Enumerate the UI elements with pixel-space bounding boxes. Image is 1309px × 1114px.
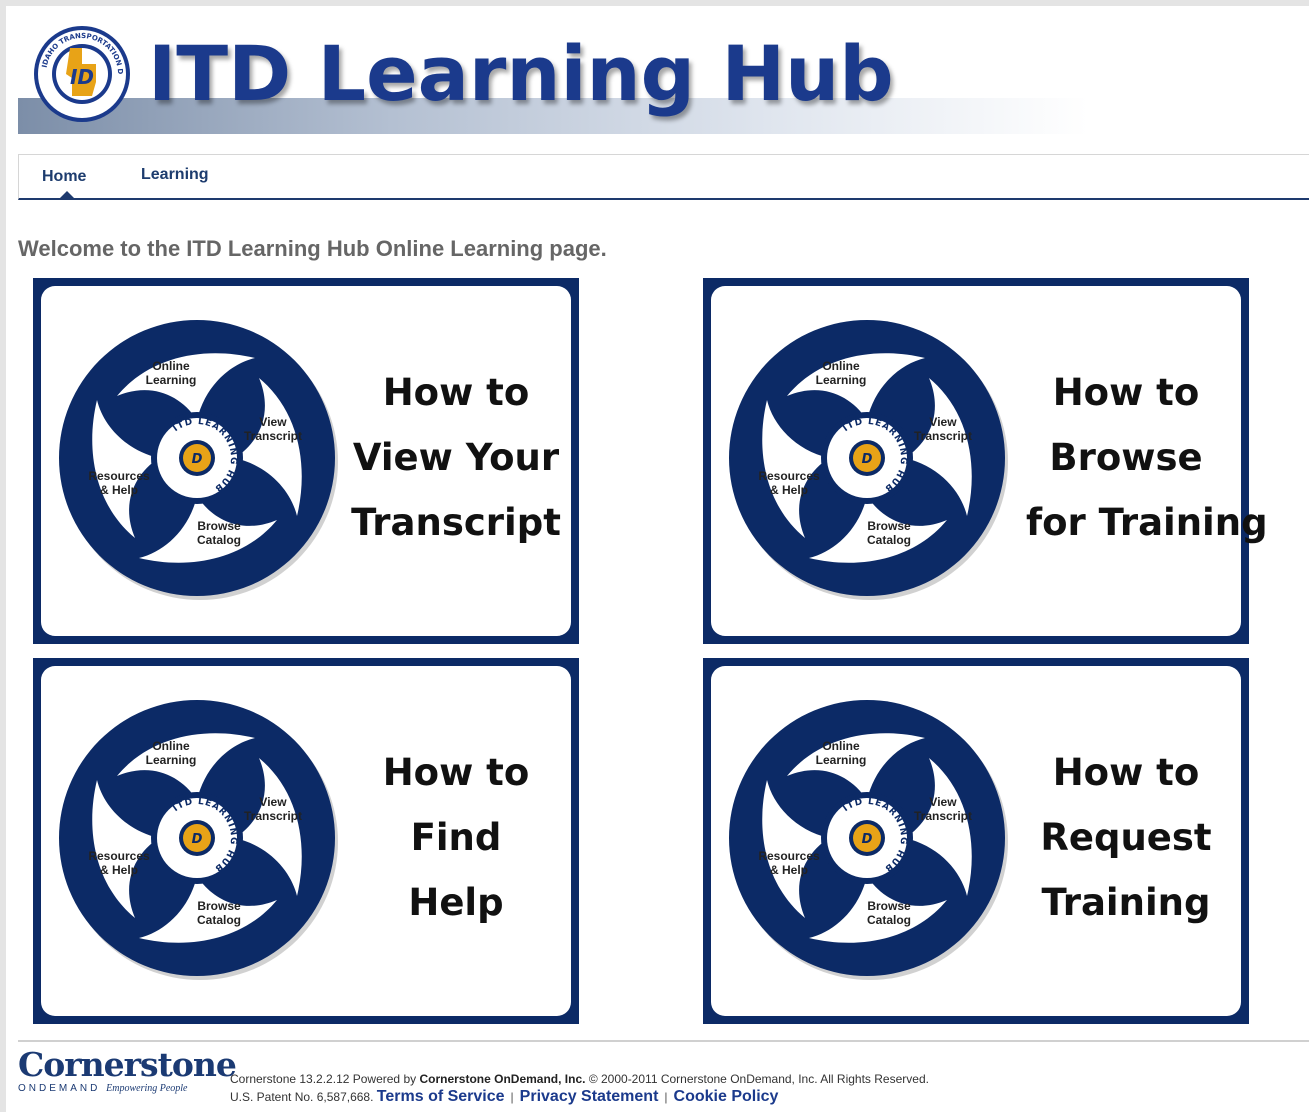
svg-text:Resources: Resources	[758, 469, 820, 483]
footer-copyright: Cornerstone 13.2.2.12 Powered by Corners…	[230, 1072, 929, 1105]
tile-card: D ITD LEARNING HUB Online Learning View Trans…	[711, 666, 1241, 1016]
tile-request-training[interactable]: D ITD LEARNING HUB Online Learning View Trans…	[703, 658, 1249, 1024]
svg-text:Catalog: Catalog	[867, 913, 911, 927]
svg-text:View: View	[929, 795, 957, 809]
svg-text:Browse: Browse	[867, 519, 911, 533]
privacy-statement-link[interactable]: Privacy Statement	[520, 1088, 659, 1105]
svg-text:& Help: & Help	[100, 483, 138, 497]
svg-text:ID: ID	[70, 65, 94, 89]
svg-text:Resources: Resources	[88, 469, 150, 483]
learning-hub-wheel-icon: DITD LEARNING HUBOnlineLearningViewTrans…	[59, 320, 338, 600]
svg-text:Browse: Browse	[867, 899, 911, 913]
svg-text:D: D	[862, 832, 873, 847]
svg-text:Online: Online	[822, 739, 860, 753]
svg-text:Transcript: Transcript	[914, 809, 972, 823]
svg-text:Browse: Browse	[197, 519, 241, 533]
patent-text: U.S. Patent No. 6,587,668.	[230, 1090, 374, 1104]
tile-card: D ITD LEARNING HUB Online Learning View Trans…	[41, 286, 571, 636]
tile-label: How to Find Help	[382, 751, 530, 924]
tile-card: D ITD LEARNING HUB Online Learning View Trans…	[41, 666, 571, 1016]
learning-hub-wheel-icon: DITD LEARNING HUBOnlineLearningViewTrans…	[729, 320, 1008, 600]
learning-hub-wheel-icon: DITD LEARNING HUBOnlineLearningViewTrans…	[59, 700, 338, 980]
tab-home[interactable]: Home	[42, 168, 86, 186]
svg-text:Learning: Learning	[816, 373, 867, 387]
svg-text:D: D	[192, 452, 203, 467]
tile-label: How to Request Training	[1040, 751, 1212, 924]
site-title: ITD Learning Hub	[148, 29, 894, 118]
cornerstone-logo[interactable]: Cornerstone ONDEMAND Empowering People	[18, 1048, 237, 1095]
tile-view-transcript[interactable]: D ITD LEARNING HUB Online Learning View Trans…	[33, 278, 579, 644]
svg-text:Browse: Browse	[197, 899, 241, 913]
cookie-policy-link[interactable]: Cookie Policy	[674, 1088, 779, 1105]
svg-text:Learning: Learning	[146, 753, 197, 767]
active-tab-indicator	[59, 191, 75, 199]
svg-text:View: View	[259, 795, 287, 809]
svg-text:Catalog: Catalog	[867, 533, 911, 547]
tile-card: D ITD LEARNING HUB Online Learning View Trans…	[711, 286, 1268, 636]
page-footer: Cornerstone ONDEMAND Empowering People C…	[18, 1040, 1309, 1114]
svg-text:View: View	[929, 415, 957, 429]
tab-learning[interactable]: Learning	[141, 166, 209, 184]
svg-text:Online: Online	[152, 739, 190, 753]
tile-browse-training[interactable]: D ITD LEARNING HUB Online Learning View Trans…	[703, 278, 1268, 644]
svg-text:Transcript: Transcript	[244, 809, 302, 823]
svg-text:Online: Online	[822, 359, 860, 373]
tile-find-help[interactable]: D ITD LEARNING HUB Online Learning View Trans…	[33, 658, 579, 1024]
itd-seal-logo[interactable]: ID IDAHO TRANSPORTATION DEPARTMENT	[32, 24, 132, 124]
welcome-heading: Welcome to the ITD Learning Hub Online L…	[18, 236, 607, 261]
svg-text:Transcript: Transcript	[244, 429, 302, 443]
svg-text:Resources: Resources	[758, 849, 820, 863]
svg-text:D: D	[192, 832, 203, 847]
svg-text:Learning: Learning	[146, 373, 197, 387]
svg-text:Transcript: Transcript	[914, 429, 972, 443]
site-header: ID IDAHO TRANSPORTATION DEPARTMENT ITD L…	[18, 10, 1088, 134]
svg-text:& Help: & Help	[100, 863, 138, 877]
svg-text:Catalog: Catalog	[197, 533, 241, 547]
tile-label: How to Browse for Training	[1026, 371, 1268, 544]
svg-text:Resources: Resources	[88, 849, 150, 863]
learning-hub-wheel-icon: DITD LEARNING HUBOnlineLearningViewTrans…	[729, 700, 1008, 980]
svg-text:& Help: & Help	[770, 483, 808, 497]
svg-text:Catalog: Catalog	[197, 913, 241, 927]
svg-text:D: D	[862, 452, 873, 467]
svg-text:Online: Online	[152, 359, 190, 373]
svg-text:& Help: & Help	[770, 863, 808, 877]
main-nav: Home Learning	[18, 154, 1309, 200]
terms-of-service-link[interactable]: Terms of Service	[377, 1088, 505, 1105]
tile-label: How to View Your Transcript	[351, 371, 561, 544]
svg-text:Learning: Learning	[816, 753, 867, 767]
svg-text:View: View	[259, 415, 287, 429]
